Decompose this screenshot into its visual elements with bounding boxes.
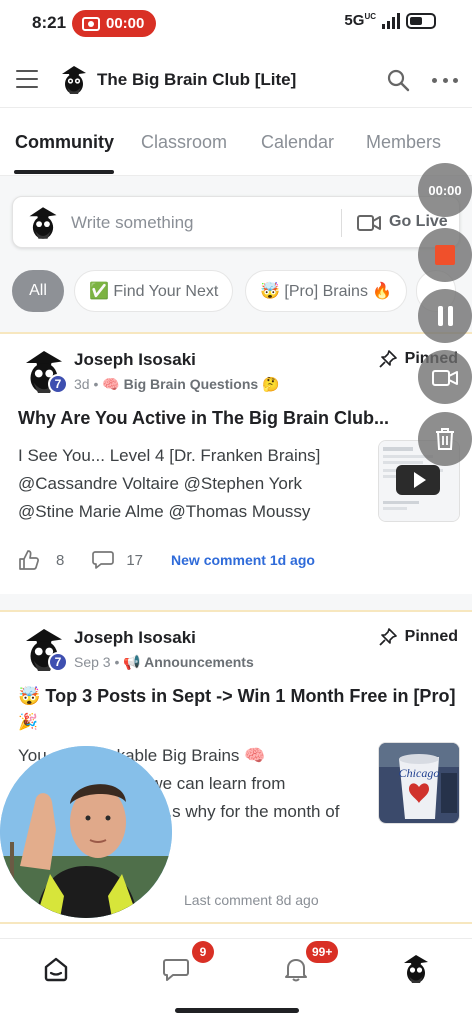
network-label: 5GUC [344,12,376,29]
menu-icon[interactable] [16,70,38,88]
user-avatar [29,207,57,239]
post-category[interactable]: 🧠 Big Brain Questions 🤔 [102,376,279,392]
tab-bar: Community Classroom Calendar Members [0,110,472,176]
status-time: 8:21 [32,13,67,32]
tab-members[interactable]: Members [366,132,441,153]
next-post-edge [0,922,472,936]
post-composer[interactable]: Write something Go Live [12,196,460,248]
more-icon[interactable] [432,68,458,92]
screen-recording-indicator[interactable]: 00:00 [72,10,156,37]
stop-icon[interactable] [418,228,472,282]
tab-classroom[interactable]: Classroom [141,132,227,153]
video-camera-icon[interactable] [357,214,381,232]
post-author[interactable]: Joseph Isosaki [74,628,196,648]
post-title[interactable]: Why Are You Active in The Big Brain Club… [18,408,389,429]
pause-icon[interactable] [418,289,472,343]
tab-community[interactable]: Community [15,132,114,153]
new-comment-link[interactable]: New comment 1d ago [171,552,315,568]
post-meta: Sep 3 • 📢 Announcements [74,654,254,670]
post-title-line2: 🎉 [18,714,38,731]
post-actions: 8 17 New comment 1d ago [18,548,315,572]
recording-timer[interactable]: 00:00 [418,163,472,217]
like-count: 8 [56,551,65,569]
post-card[interactable]: 7 Joseph Isosaki 3d • 🧠 Big Brain Questi… [0,332,472,594]
level-badge: 7 [48,374,68,394]
signal-icon [382,12,400,29]
comment-icon[interactable] [92,550,115,570]
post-image-thumbnail[interactable]: Chicago [378,742,460,824]
profile-avatar-icon[interactable] [400,953,432,985]
app-header: The Big Brain Club [Lite] [0,52,472,108]
chip-find-your-next[interactable]: ✅ Find Your Next [74,270,234,312]
recording-time: 00:00 [106,15,145,32]
status-bar: 8:21 00:00 5GUC [0,0,472,46]
last-comment-time[interactable]: Last comment 8d ago [184,892,319,908]
home-indicator[interactable] [175,1008,299,1013]
post-category[interactable]: 📢 Announcements [123,654,253,670]
like-icon[interactable] [18,549,40,571]
notifications-bell-icon[interactable] [282,955,310,983]
app-title: The Big Brain Club [Lite] [97,70,297,89]
notifications-badge: 99+ [306,941,339,963]
post-body[interactable]: I See You... Level 4 [Dr. Franken Brains… [18,442,358,526]
tab-calendar[interactable]: Calendar [261,132,334,153]
svg-text:Chicago: Chicago [399,766,440,780]
camera-preview-bubble[interactable] [0,746,172,918]
screen-record-icon [82,16,100,31]
group-logo-icon[interactable] [58,64,90,96]
pin-icon [379,628,397,646]
level-badge: 7 [48,652,68,672]
post-meta: 3d • 🧠 Big Brain Questions 🤔 [74,376,280,392]
chip-all[interactable]: All [12,270,64,312]
post-title[interactable]: 🤯 Top 3 Posts in Sept -> Win 1 Month Fre… [18,686,455,707]
status-icons: 5GUC [344,12,436,29]
chip-pro-brains[interactable]: 🤯 [Pro] Brains 🔥 [245,270,408,312]
composer-divider [341,209,342,237]
active-tab-indicator [14,170,114,174]
comment-count: 17 [126,551,144,569]
composer-placeholder[interactable]: Write something [71,213,194,233]
pinned-label: Pinned [379,628,458,646]
home-icon[interactable] [42,955,70,983]
trash-icon[interactable] [418,412,472,466]
chat-badge: 9 [192,941,214,963]
post-author[interactable]: Joseph Isosaki [74,350,196,370]
chat-icon[interactable] [162,955,190,983]
camera-toggle-icon[interactable] [418,350,472,404]
search-icon[interactable] [386,68,410,92]
battery-icon [406,12,436,29]
pin-icon [379,350,397,368]
